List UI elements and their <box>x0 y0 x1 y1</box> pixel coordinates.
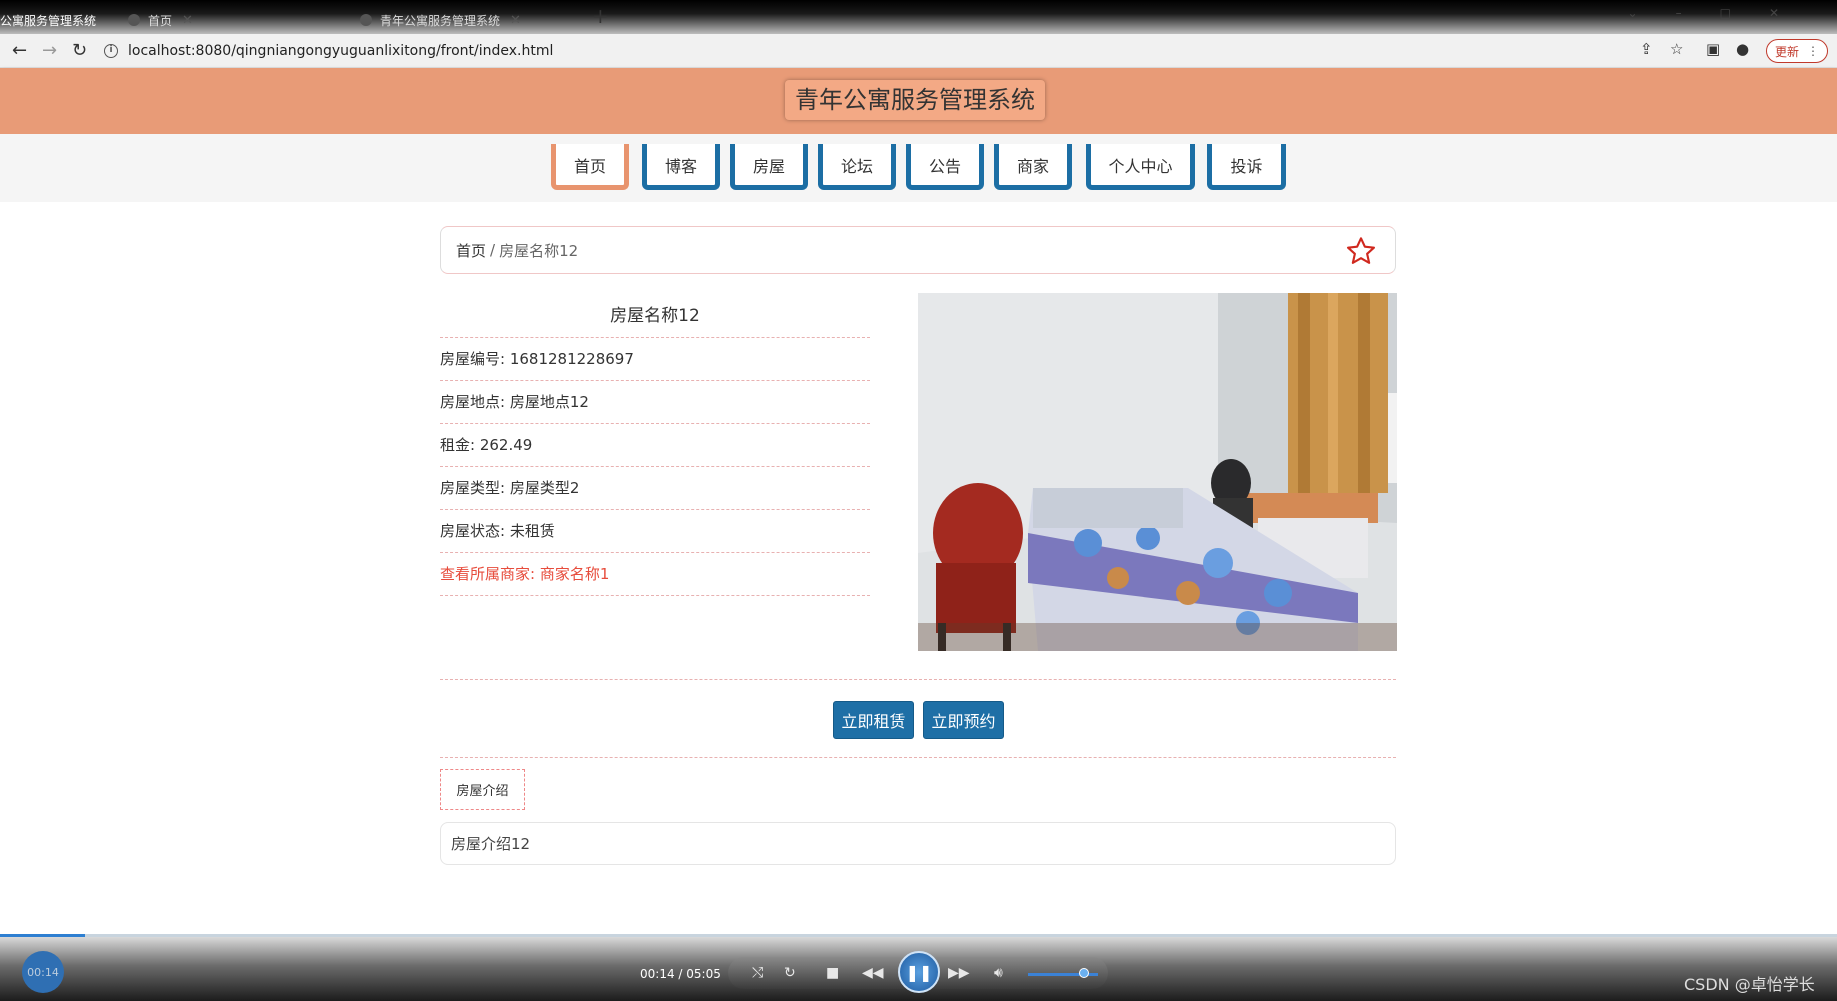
time-display: 00:14 / 05:05 <box>640 967 721 981</box>
breadcrumb-separator: / <box>490 241 496 259</box>
nav-item-houses[interactable]: 房屋 <box>730 144 808 190</box>
arrow-left-icon[interactable]: ← <box>12 40 27 61</box>
bookmark-star-icon[interactable]: ☆ <box>1670 40 1683 58</box>
house-location: 房屋地点: 房屋地点12 <box>440 381 870 424</box>
house-details: 房屋名称12 房屋编号: 1681281228697 房屋地点: 房屋地点12 … <box>440 294 870 596</box>
new-tab-button[interactable]: + <box>592 4 609 28</box>
repeat-icon[interactable]: ↻ <box>784 965 796 981</box>
volume-knob[interactable] <box>1079 968 1089 978</box>
info-icon[interactable]: i <box>104 44 118 58</box>
update-label: 更新 <box>1774 44 1799 59</box>
house-name: 房屋名称12 <box>440 294 870 338</box>
tab-label: 公寓服务管理系统 <box>0 13 97 28</box>
watermark: CSDN @卓怡学长 <box>1684 975 1815 994</box>
fast-forward-icon[interactable]: ▶▶ <box>948 965 970 981</box>
nav-item-profile[interactable]: 个人中心 <box>1086 144 1195 190</box>
globe-icon <box>128 14 140 26</box>
elapsed-bubble: 00:14 <box>22 951 64 993</box>
room-illustration <box>918 293 1397 651</box>
profile-icon[interactable]: ● <box>1736 40 1749 58</box>
nav-item-forum[interactable]: 论坛 <box>818 144 896 190</box>
update-button[interactable]: 更新 ⋮ <box>1766 39 1828 63</box>
book-now-button[interactable]: 立即预约 <box>923 701 1004 739</box>
divider <box>440 679 1396 680</box>
rewind-icon[interactable]: ◀◀ <box>862 965 884 981</box>
rent-now-button[interactable]: 立即租赁 <box>833 701 914 739</box>
browser-tab[interactable]: 青年公寓服务管理系统 ✕ <box>360 6 575 34</box>
url-text: localhost:8080/qingniangongyuguanlixiton… <box>128 43 554 59</box>
nav-item-merchants[interactable]: 商家 <box>994 144 1072 190</box>
site-title: 青年公寓服务管理系统 <box>785 80 1045 120</box>
site-favicon-icon <box>360 14 372 26</box>
nav-item-blog[interactable]: 博客 <box>642 144 720 190</box>
window-controls[interactable]: ⌄–□✕ <box>1628 6 1817 20</box>
stop-icon[interactable]: ■ <box>826 965 839 981</box>
shuffle-icon[interactable]: ⤭ <box>752 965 763 981</box>
house-intro-content: 房屋介绍12 <box>440 822 1396 865</box>
sidepanel-icon[interactable]: ▣ <box>1706 40 1720 58</box>
nav-item-notice[interactable]: 公告 <box>906 144 984 190</box>
house-rent: 租金: 262.49 <box>440 424 870 467</box>
breadcrumb: 首页 / 房屋名称12 <box>440 226 1396 274</box>
more-menu-icon[interactable]: ⋮ <box>1807 44 1819 58</box>
arrow-right-icon[interactable]: → <box>42 40 57 61</box>
volume-icon[interactable]: 🔊︎ <box>994 965 1003 981</box>
address-bar: ← → ↻ i localhost:8080/qingniangongyugua… <box>0 34 1837 68</box>
divider <box>440 757 1396 758</box>
pause-button[interactable]: ❚❚ <box>898 951 940 993</box>
close-icon[interactable]: ✕ <box>182 13 193 28</box>
nav-item-complaints[interactable]: 投诉 <box>1207 144 1286 190</box>
browser-tab-bar: 公寓服务管理系统 首页 ✕ 青年公寓服务管理系统 ✕ + ⌄–□✕ <box>0 0 1837 34</box>
tab-house-intro[interactable]: 房屋介绍 <box>440 769 525 810</box>
url-field[interactable]: i localhost:8080/qingniangongyuguanlixit… <box>104 38 1644 64</box>
share-icon[interactable]: ⇪ <box>1640 40 1653 58</box>
house-type: 房屋类型: 房屋类型2 <box>440 467 870 510</box>
merchant-link[interactable]: 查看所属商家: 商家名称1 <box>440 553 870 596</box>
house-status: 房屋状态: 未租赁 <box>440 510 870 553</box>
close-icon[interactable]: ✕ <box>510 13 521 28</box>
house-photo <box>918 293 1397 651</box>
site-header: 青年公寓服务管理系统 <box>0 68 1837 134</box>
nav-item-home[interactable]: 首页 <box>551 144 629 190</box>
tab-label: 首页 <box>148 13 173 28</box>
video-player-bar: 00:14 00:14 / 05:05 ⤭ ↻ ■ ◀◀ ❚❚ ▶▶ 🔊︎ CS… <box>0 937 1837 1001</box>
star-outline-icon[interactable] <box>1345 235 1377 271</box>
breadcrumb-home[interactable]: 首页 <box>456 240 486 261</box>
browser-tab-active[interactable]: 公寓服务管理系统 <box>0 6 112 34</box>
house-code: 房屋编号: 1681281228697 <box>440 338 870 381</box>
tab-label: 青年公寓服务管理系统 <box>380 13 501 28</box>
main-nav: 首页 博客 房屋 论坛 公告 商家 个人中心 投诉 <box>0 134 1837 202</box>
reload-icon[interactable]: ↻ <box>72 40 87 61</box>
breadcrumb-current: 房屋名称12 <box>499 241 579 260</box>
browser-tab[interactable]: 首页 ✕ <box>128 6 338 34</box>
